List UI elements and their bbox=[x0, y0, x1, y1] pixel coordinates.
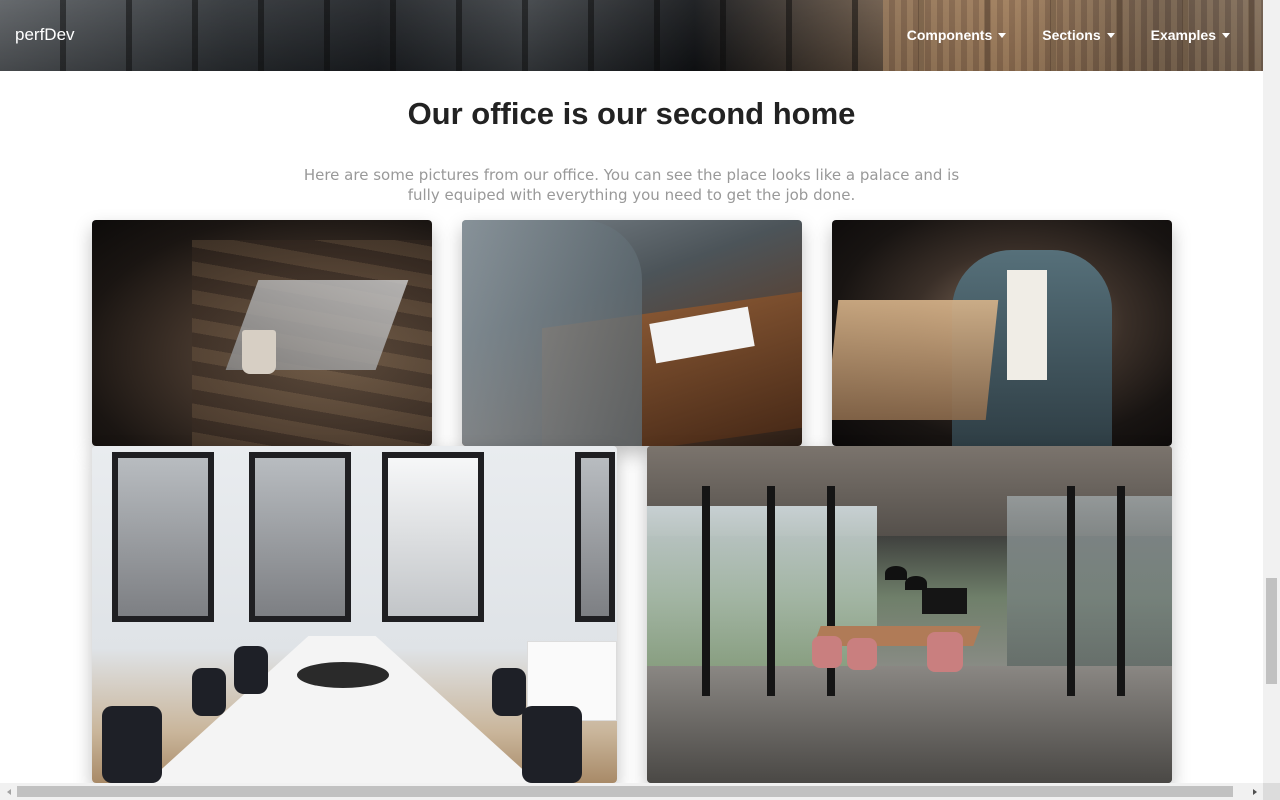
image-window bbox=[382, 452, 484, 622]
image-chair bbox=[234, 646, 268, 694]
image-mug bbox=[242, 330, 276, 374]
gallery-image-woman-laptop bbox=[832, 220, 1172, 446]
header-navbar: perfDev Components Sections Examples bbox=[0, 0, 1263, 71]
image-shirt bbox=[1007, 270, 1047, 380]
arrow-left-icon[interactable] bbox=[0, 783, 17, 800]
image-window bbox=[575, 452, 615, 622]
image-person bbox=[462, 220, 642, 446]
section-description: Here are some pictures from our office. … bbox=[303, 166, 960, 204]
image-window-frame bbox=[702, 486, 710, 696]
image-window bbox=[112, 452, 214, 622]
gallery-image-conference-room bbox=[92, 446, 617, 783]
image-window-frame bbox=[767, 486, 775, 696]
main-nav: Components Sections Examples bbox=[907, 27, 1230, 43]
image-window-frame bbox=[1067, 486, 1075, 696]
image-chair bbox=[927, 632, 963, 672]
gallery-image-desk-writing bbox=[462, 220, 802, 446]
caret-down-icon bbox=[998, 32, 1007, 38]
image-chair bbox=[847, 638, 877, 670]
image-window-frame bbox=[1117, 486, 1125, 696]
nav-sections-dropdown[interactable]: Sections bbox=[1042, 27, 1115, 43]
image-chair bbox=[102, 706, 162, 783]
gallery-image-laptop-typing bbox=[92, 220, 432, 446]
horizontal-scrollbar-thumb[interactable] bbox=[17, 786, 1233, 797]
caret-down-icon bbox=[1222, 32, 1230, 38]
nav-examples-label: Examples bbox=[1150, 27, 1216, 43]
brand-logo[interactable]: perfDev bbox=[15, 25, 75, 45]
nav-components-label: Components bbox=[906, 27, 993, 43]
scrollbar-corner bbox=[1263, 783, 1280, 800]
image-glass-wall bbox=[647, 506, 877, 686]
horizontal-scrollbar[interactable] bbox=[0, 783, 1263, 800]
image-laptop bbox=[832, 300, 999, 420]
section-title: Our office is our second home bbox=[407, 96, 856, 131]
caret-down-icon bbox=[1106, 32, 1115, 38]
image-tray bbox=[297, 662, 389, 688]
image-tv bbox=[922, 588, 967, 614]
vertical-scrollbar-thumb[interactable] bbox=[1266, 578, 1277, 684]
arrow-right-icon[interactable] bbox=[1246, 783, 1263, 800]
image-pendant-lamp bbox=[885, 566, 907, 580]
gallery-image-open-office bbox=[647, 446, 1172, 783]
nav-examples-dropdown[interactable]: Examples bbox=[1151, 27, 1230, 43]
image-pendant-lamp bbox=[905, 576, 927, 590]
image-chair bbox=[192, 668, 226, 716]
image-floor bbox=[647, 666, 1172, 783]
image-chair bbox=[492, 668, 526, 716]
vertical-scrollbar[interactable] bbox=[1263, 0, 1280, 783]
image-window bbox=[249, 452, 351, 622]
image-chair bbox=[812, 636, 842, 668]
image-chair bbox=[522, 706, 582, 783]
image-glass-wall bbox=[1007, 496, 1172, 686]
nav-sections-label: Sections bbox=[1042, 27, 1101, 43]
nav-components-dropdown[interactable]: Components bbox=[907, 27, 1007, 43]
